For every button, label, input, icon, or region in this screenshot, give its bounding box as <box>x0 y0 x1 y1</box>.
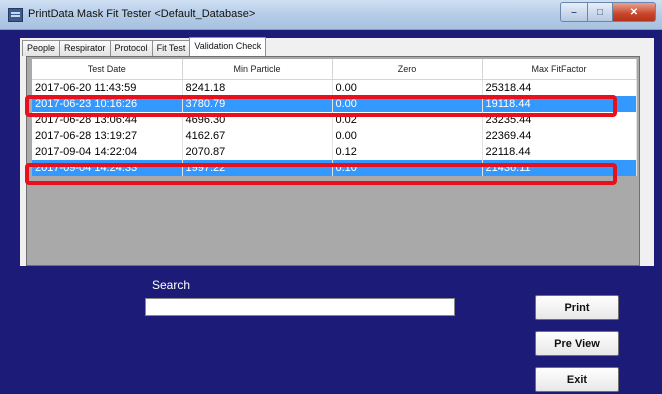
cell-zero: 0.10 <box>332 160 483 176</box>
cell-test-date: 2017-06-20 11:43:59 <box>32 79 183 96</box>
maximize-button[interactable]: □ <box>588 2 613 22</box>
tab-people[interactable]: People <box>22 40 61 56</box>
tab-strip: People Respirator Protocol Fit Test Vali… <box>22 37 267 56</box>
cell-max-fitfactor: 19118.44 <box>482 96 637 112</box>
cell-zero: 0.00 <box>332 96 483 112</box>
cell-min-particle: 2070.87 <box>182 144 333 160</box>
column-header-zero[interactable]: Zero <box>332 59 483 80</box>
title-bar[interactable]: PrintData Mask Fit Tester <Default_Datab… <box>0 0 662 30</box>
cell-min-particle: 4696.30 <box>182 112 333 128</box>
cell-max-fitfactor: 25318.44 <box>482 79 637 96</box>
table-row[interactable]: 2017-06-20 11:43:59 8241.18 0.00 25318.4… <box>32 79 637 96</box>
search-input[interactable] <box>145 298 455 316</box>
table-header-row: Test Date Min Particle Zero Max FitFacto… <box>32 59 637 80</box>
validation-grid[interactable]: Test Date Min Particle Zero Max FitFacto… <box>26 56 640 266</box>
cell-zero: 0.00 <box>332 128 483 144</box>
table-row[interactable]: 2017-06-28 13:06:44 4696.30 0.02 23235.4… <box>32 112 637 128</box>
cell-test-date: 2017-09-04 14:24:33 <box>32 160 183 176</box>
minimize-icon: – <box>571 6 577 18</box>
cell-zero: 0.02 <box>332 112 483 128</box>
table-row[interactable]: 2017-09-04 14:22:04 2070.87 0.12 22118.4… <box>32 144 637 160</box>
cell-test-date: 2017-06-28 13:06:44 <box>32 112 183 128</box>
cell-zero: 0.12 <box>332 144 483 160</box>
table-row-selected[interactable]: 2017-06-23 10:16:26 3780.79 0.00 19118.4… <box>32 96 637 112</box>
search-label: Search <box>152 278 191 292</box>
preview-button[interactable]: Pre View <box>535 331 619 356</box>
maximize-icon: □ <box>596 6 604 18</box>
cell-min-particle: 8241.18 <box>182 79 333 96</box>
cell-test-date: 2017-09-04 14:22:04 <box>32 144 183 160</box>
table-row[interactable]: 2017-06-28 13:19:27 4162.67 0.00 22369.4… <box>32 128 637 144</box>
cell-zero: 0.00 <box>332 79 483 96</box>
minimize-button[interactable]: – <box>560 2 588 22</box>
cell-min-particle: 3780.79 <box>182 96 333 112</box>
cell-max-fitfactor: 23235.44 <box>482 112 637 128</box>
validation-table: Test Date Min Particle Zero Max FitFacto… <box>32 59 637 176</box>
cell-test-date: 2017-06-28 13:19:27 <box>32 128 183 144</box>
tab-respirator[interactable]: Respirator <box>59 40 111 56</box>
cell-max-fitfactor: 22369.44 <box>482 128 637 144</box>
cell-min-particle: 1997.22 <box>182 160 333 176</box>
tab-protocol[interactable]: Protocol <box>109 40 153 56</box>
window-title: PrintData Mask Fit Tester <Default_Datab… <box>28 8 256 20</box>
app-icon <box>8 8 23 22</box>
tab-validation-check[interactable]: Validation Check <box>189 37 267 56</box>
print-button[interactable]: Print <box>535 295 619 320</box>
exit-button[interactable]: Exit <box>535 367 619 392</box>
column-header-max-fitfactor[interactable]: Max FitFactor <box>482 59 637 80</box>
tab-panel: People Respirator Protocol Fit Test Vali… <box>20 37 654 266</box>
tab-fit-test[interactable]: Fit Test <box>151 40 191 56</box>
column-header-min-particle[interactable]: Min Particle <box>182 59 333 80</box>
cell-test-date: 2017-06-23 10:16:26 <box>32 96 183 112</box>
cell-max-fitfactor: 22118.44 <box>482 144 637 160</box>
cell-max-fitfactor: 21436.11 <box>482 160 637 176</box>
cell-min-particle: 4162.67 <box>182 128 333 144</box>
close-icon: ✕ <box>629 6 639 18</box>
close-button[interactable]: ✕ <box>613 2 656 22</box>
column-header-test-date[interactable]: Test Date <box>32 59 183 80</box>
app-window: PrintData Mask Fit Tester <Default_Datab… <box>0 0 662 394</box>
window-controls: – □ ✕ <box>560 2 656 22</box>
table-row-selected[interactable]: 2017-09-04 14:24:33 1997.22 0.10 21436.1… <box>32 160 637 176</box>
